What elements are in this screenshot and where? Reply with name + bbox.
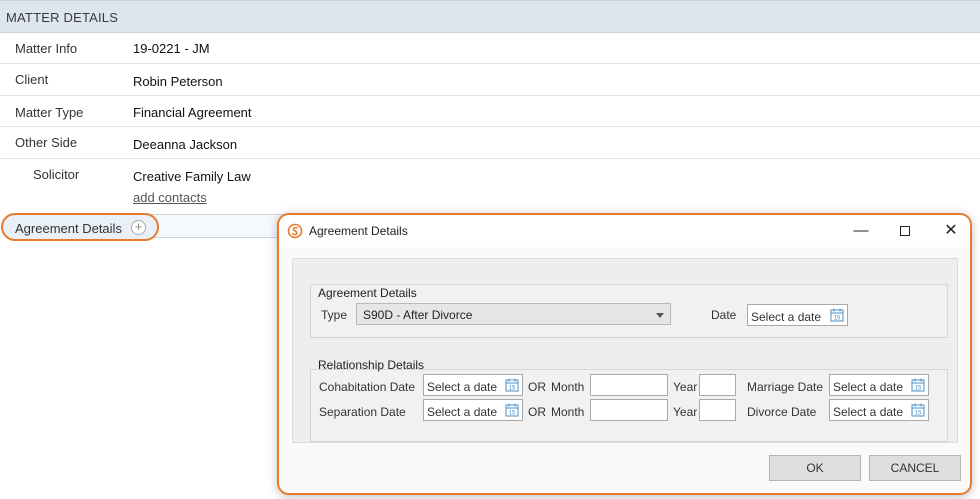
close-button[interactable]: ✕ [934, 219, 968, 243]
calendar-icon[interactable]: 15 [830, 308, 844, 322]
type-label: Type [321, 308, 348, 322]
matter-type-label: Matter Type [15, 105, 84, 120]
other-side-label: Other Side [15, 135, 78, 150]
svg-text:15: 15 [509, 411, 516, 417]
maximize-button[interactable] [888, 219, 922, 243]
calendar-icon[interactable]: 15 [505, 378, 519, 392]
solicitor-row: Solicitor Creative Family Law add contac… [0, 159, 980, 213]
separation-year-label: Year [673, 405, 698, 419]
divorce-date-placeholder: Select a date [833, 405, 904, 419]
calendar-icon[interactable]: 15 [911, 403, 925, 417]
cohabitation-or-label: OR [528, 380, 546, 394]
solicitor-label: Solicitor [33, 167, 80, 182]
separation-date-picker[interactable]: Select a date 15 [423, 399, 523, 421]
cohabitation-date-placeholder: Select a date [427, 380, 498, 394]
dialog-title-bar: Agreement Details — ✕ [279, 215, 970, 247]
svg-text:15: 15 [834, 316, 841, 322]
svg-text:15: 15 [509, 386, 516, 392]
separation-date-placeholder: Select a date [427, 405, 498, 419]
cohabitation-month-label: Month [551, 380, 585, 394]
separation-or-label: OR [528, 405, 546, 419]
client-label: Client [15, 72, 49, 87]
client-value: Robin Peterson [133, 74, 223, 89]
separation-month-label: Month [551, 405, 585, 419]
relationship-group-title: Relationship Details [318, 358, 425, 372]
other-side-value: Deeanna Jackson [133, 137, 238, 152]
matter-info-value: 19-0221 - JM [133, 41, 210, 56]
marriage-date-picker[interactable]: Select a date 15 [829, 374, 929, 396]
matter-type-row: Matter Type Financial Agreement [0, 96, 980, 127]
cohabitation-date-label: Cohabitation Date [319, 380, 416, 394]
svg-text:15: 15 [915, 386, 922, 392]
chevron-down-icon [656, 313, 664, 318]
separation-year-input[interactable] [699, 399, 736, 421]
agreement-details-label: Agreement Details [15, 221, 122, 236]
agreement-details-dialog: Agreement Details — ✕ Agreement Details … [277, 213, 972, 495]
agreement-details-highlight: Agreement Details + [1, 213, 159, 241]
cohabitation-year-label: Year [673, 380, 698, 394]
client-row: Client Robin Peterson [0, 64, 980, 96]
matter-details-header: MATTER DETAILS [0, 0, 980, 33]
add-contacts-link[interactable]: add contacts [133, 190, 207, 205]
separation-month-input[interactable] [590, 399, 668, 421]
divorce-date-picker[interactable]: Select a date 15 [829, 399, 929, 421]
app-logo-icon [287, 223, 303, 239]
maximize-icon [900, 226, 910, 237]
solicitor-value: Creative Family Law [133, 169, 251, 184]
date-label: Date [711, 308, 737, 322]
matter-details-title: MATTER DETAILS [6, 10, 119, 25]
matter-type-value: Financial Agreement [133, 105, 252, 120]
agreement-date-placeholder: Select a date [751, 310, 822, 324]
minimize-button[interactable]: — [844, 219, 878, 243]
calendar-icon[interactable]: 15 [911, 378, 925, 392]
cohabitation-date-picker[interactable]: Select a date 15 [423, 374, 523, 396]
cancel-button[interactable]: CANCEL [869, 455, 961, 481]
relationship-details-group: Relationship Details Cohabitation Date S… [310, 358, 948, 442]
ok-button[interactable]: OK [769, 455, 861, 481]
matter-info-row: Matter Info 19-0221 - JM [0, 33, 980, 64]
cohabitation-month-input[interactable] [590, 374, 668, 396]
cohabitation-year-input[interactable] [699, 374, 736, 396]
separation-date-label: Separation Date [319, 405, 406, 419]
dialog-content-group: Agreement Details Type S90D - After Divo… [292, 258, 958, 443]
divorce-date-label: Divorce Date [747, 405, 817, 419]
marriage-date-label: Marriage Date [747, 380, 824, 394]
svg-text:15: 15 [915, 411, 922, 417]
marriage-date-placeholder: Select a date [833, 380, 904, 394]
agreement-group-title: Agreement Details [318, 286, 417, 300]
calendar-icon[interactable]: 15 [505, 403, 519, 417]
agreement-date-picker[interactable]: Select a date 15 [747, 304, 848, 326]
type-select[interactable]: S90D - After Divorce [356, 303, 671, 325]
type-select-value: S90D - After Divorce [363, 308, 473, 322]
dialog-title: Agreement Details [309, 224, 408, 238]
plus-circle-icon[interactable]: + [131, 220, 146, 235]
matter-info-label: Matter Info [15, 41, 78, 56]
other-side-row: Other Side Deeanna Jackson [0, 127, 980, 159]
page: MATTER DETAILS Matter Info 19-0221 - JM … [0, 0, 980, 499]
agreement-details-group: Agreement Details Type S90D - After Divo… [310, 284, 948, 338]
